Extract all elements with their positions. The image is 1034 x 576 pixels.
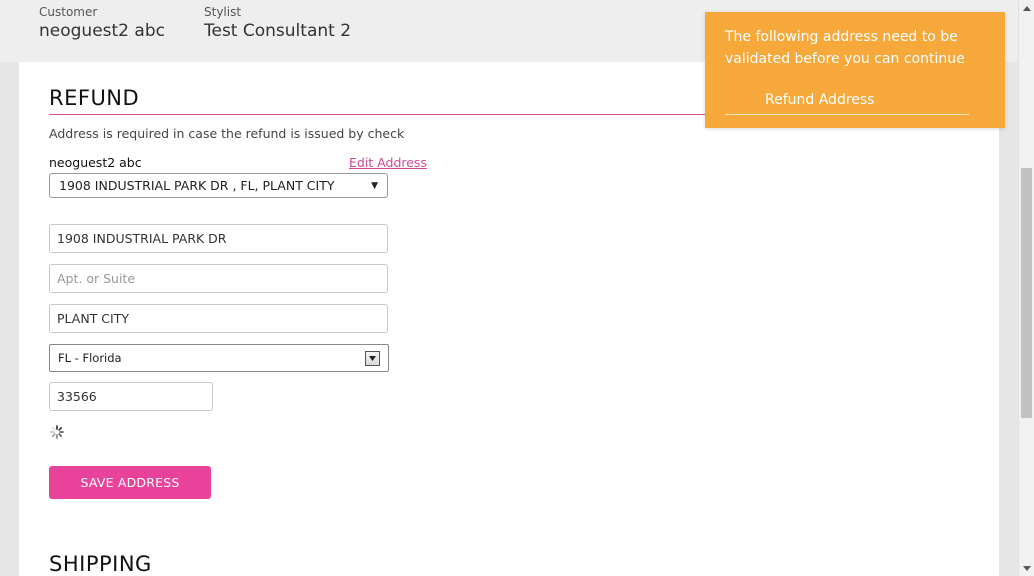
toast-message: The following address need to be validat… [725, 29, 965, 67]
stylist-name: Test Consultant 2 [204, 21, 352, 41]
zip-value: 33566 [57, 389, 97, 404]
dropdown-arrow-icon[interactable] [365, 350, 380, 366]
vertical-scrollbar[interactable] [1018, 0, 1034, 576]
city-input[interactable]: PLANT CITY [49, 304, 388, 333]
city-value: PLANT CITY [57, 311, 129, 326]
toast-refund-address-link[interactable]: Refund Address [765, 92, 874, 108]
apt-suite-input[interactable]: Apt. or Suite [49, 264, 388, 293]
edit-address-link[interactable]: Edit Address [349, 155, 427, 170]
stylist-label: Stylist [204, 5, 242, 19]
customer-name: neoguest2 abc [39, 21, 165, 41]
save-address-button[interactable]: SAVE ADDRESS [49, 466, 211, 499]
street-address-value: 1908 INDUSTRIAL PARK DR [57, 231, 227, 246]
refund-note: Address is required in case the refund i… [49, 126, 405, 141]
checkout-panel: REFUND Address is required in case the r… [19, 62, 999, 576]
customer-info: Customer neoguest2 abc [39, 0, 165, 41]
saved-address-value: 1908 INDUSTRIAL PARK DR , FL, PLANT CITY [59, 178, 335, 193]
stylist-info: Stylist Test Consultant 2 [204, 0, 351, 41]
refund-title: REFUND [49, 86, 140, 110]
validation-toast: The following address need to be validat… [705, 12, 1005, 128]
state-value: FL - Florida [58, 351, 122, 365]
address-owner-name: neoguest2 abc [49, 155, 142, 170]
street-address-input[interactable]: 1908 INDUSTRIAL PARK DR [49, 224, 388, 253]
scrollbar-thumb[interactable] [1021, 168, 1032, 418]
shipping-title: SHIPPING [49, 552, 152, 576]
chevron-down-icon: ▼ [371, 180, 378, 191]
state-select[interactable]: FL - Florida [49, 344, 389, 372]
customer-label: Customer [39, 5, 98, 19]
apt-suite-placeholder: Apt. or Suite [57, 271, 136, 286]
saved-address-select[interactable]: 1908 INDUSTRIAL PARK DR , FL, PLANT CITY… [49, 173, 388, 198]
zip-input[interactable]: 33566 [49, 382, 213, 411]
scroll-up-icon[interactable] [1019, 0, 1034, 16]
loading-spinner-icon [50, 424, 64, 443]
toast-divider [725, 114, 969, 115]
scroll-down-icon[interactable] [1019, 560, 1034, 576]
